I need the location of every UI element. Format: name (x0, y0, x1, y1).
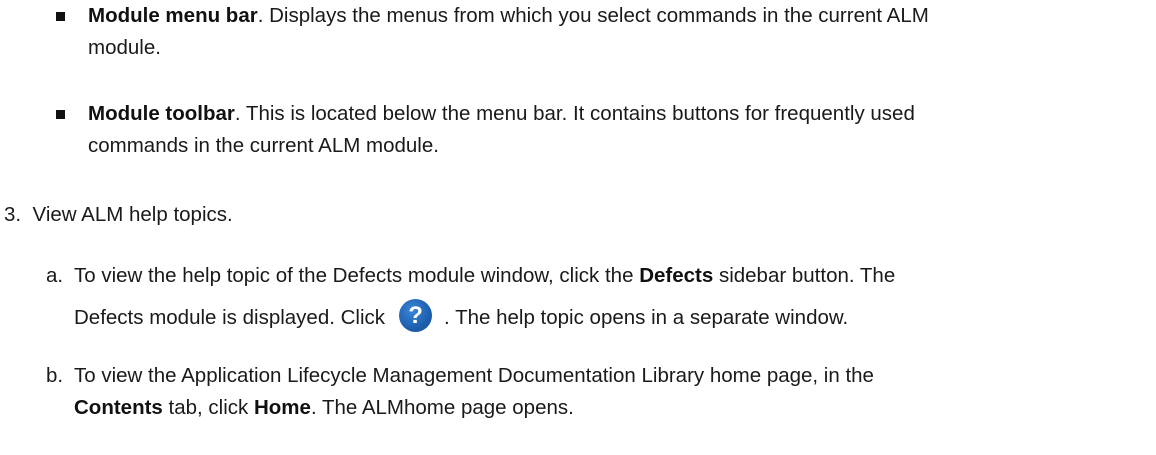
substep-text: Defects module is displayed. Click (74, 306, 386, 329)
substep-text: . The ALMhome page opens. (310, 396, 574, 419)
step-text: View ALM help topics. (32, 203, 233, 226)
substep-text: tab, click (162, 396, 254, 419)
help-question-icon: ? (399, 299, 433, 333)
square-bullet-icon (56, 12, 65, 21)
substep-a: a. To view the help topic of the Defects … (46, 260, 1146, 334)
bullet-module-toolbar: Module toolbar. This is located below th… (56, 98, 1148, 162)
substep-text: To view the help topic of the Defects mo… (74, 264, 640, 287)
substep-text: sidebar button. The (713, 264, 896, 287)
bullet-term: Module menu bar (88, 4, 258, 27)
square-bullet-icon (56, 110, 65, 119)
bullet-line-1: Module menu bar. Displays the menus from… (88, 0, 1148, 32)
bullet-module-menu-bar: Module menu bar. Displays the menus from… (56, 0, 1148, 64)
substep-text: To view the Application Lifecycle Manage… (74, 364, 874, 387)
bullet-term: Module toolbar (88, 102, 235, 125)
substep-a-line-2: Defects module is displayed. Click? . The… (46, 299, 1146, 334)
bullet-text: . This is located below the menu bar. It… (234, 102, 915, 125)
contents-term: Contents (74, 396, 163, 419)
substep-b: b. To view the Application Lifecycle Mana… (46, 360, 1146, 424)
step-number: 3. (4, 203, 22, 226)
step-3: 3. View ALM help topics. (4, 199, 233, 231)
defects-term: Defects (639, 264, 714, 287)
bullet-line-2: commands in the current ALM module. (88, 134, 439, 157)
substep-a-line-1: a. To view the help topic of the Defects … (46, 260, 1146, 292)
home-term: Home (253, 396, 311, 419)
substep-b-line-1: b. To view the Application Lifecycle Mana… (46, 360, 1146, 392)
bullet-line-1: Module toolbar. This is located below th… (88, 98, 1148, 130)
bullet-line-2: module. (88, 36, 161, 59)
bullet-text: . Displays the menus from which you sele… (257, 4, 929, 27)
substep-b-line-2: Contents tab, click Home. The ALMhome pa… (46, 392, 1146, 424)
substep-letter: b. (46, 364, 64, 387)
substep-text: . The help topic opens in a separate win… (444, 306, 849, 329)
substep-letter: a. (46, 264, 64, 287)
